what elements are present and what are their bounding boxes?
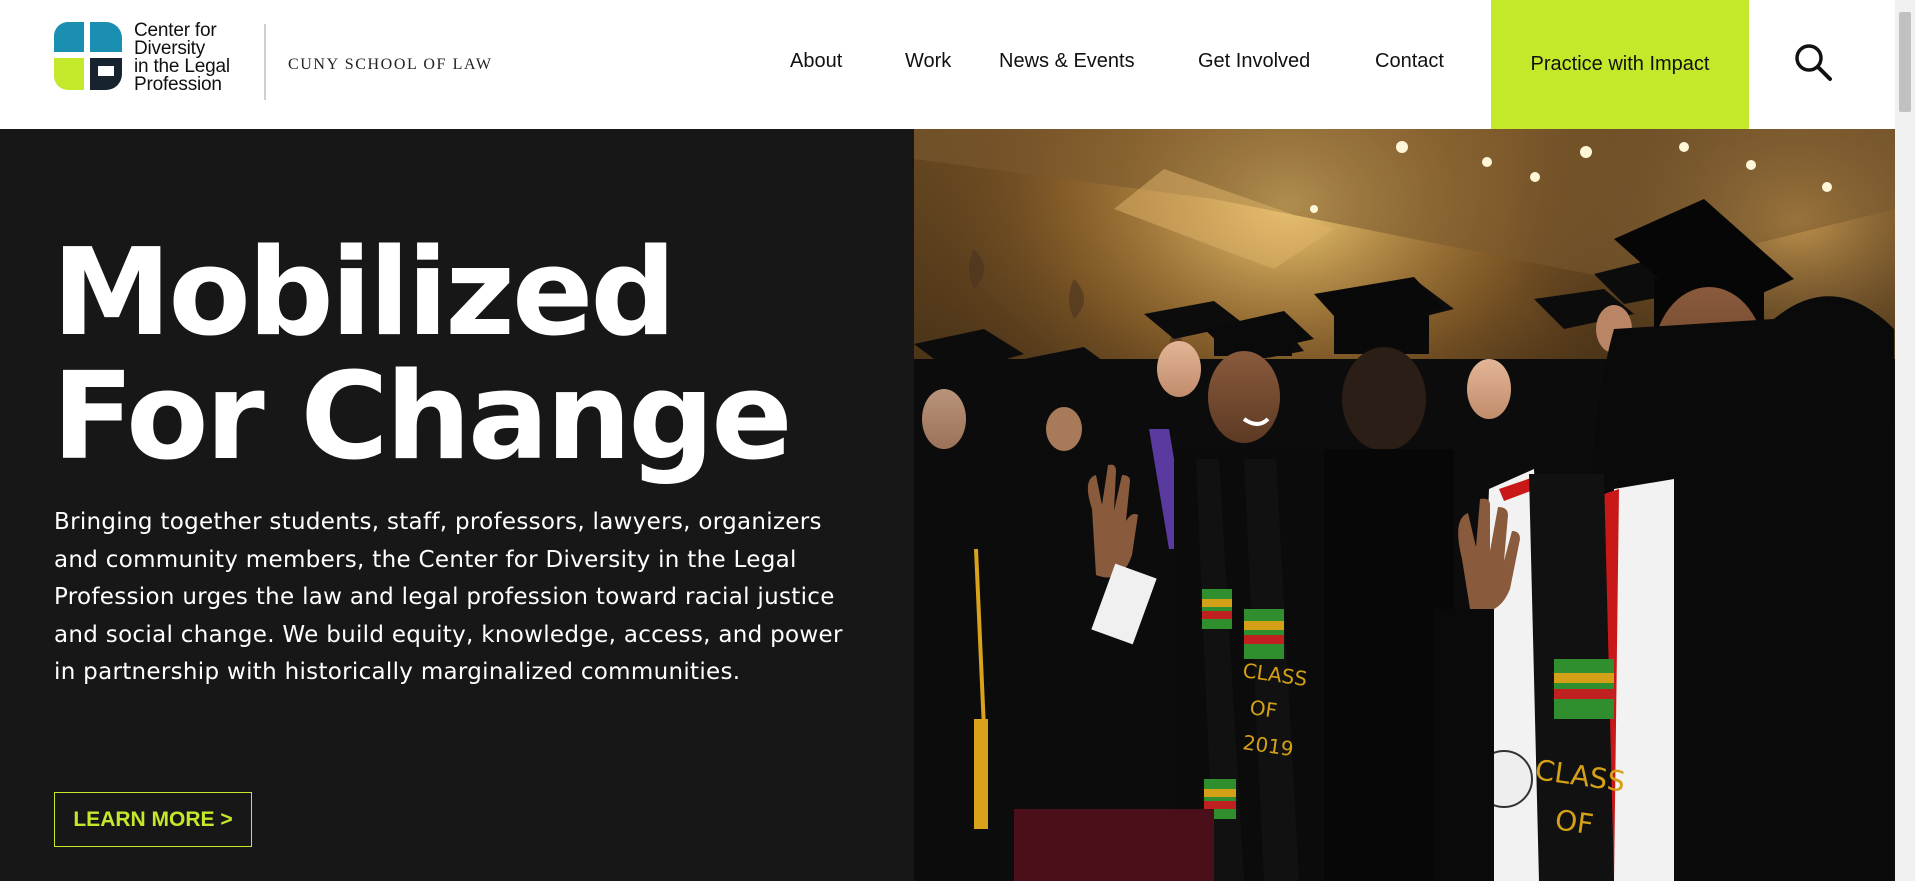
- hero-description: Bringing together students, staff, profe…: [54, 509, 843, 685]
- scrollbar-thumb[interactable]: [1899, 12, 1911, 112]
- practice-with-impact-button[interactable]: Practice with Impact: [1491, 0, 1749, 129]
- nav-item-news-events[interactable]: News & Events: [999, 50, 1135, 73]
- main-nav: About Work News & Events Get Involved Co…: [0, 0, 1895, 129]
- nav-item-work[interactable]: Work: [905, 50, 951, 73]
- learn-more-button[interactable]: LEARN MORE >: [54, 792, 252, 847]
- stole-text: OF: [1248, 695, 1278, 723]
- graduation-photo-illustration: CLASS OF 2019 CLASS OF: [914, 129, 1895, 881]
- hero-graduation-photo: CLASS OF 2019 CLASS OF: [914, 129, 1895, 881]
- search-icon[interactable]: [1793, 42, 1833, 82]
- stole-text: OF: [1553, 803, 1595, 841]
- hero-title-line: Mobilized: [52, 224, 676, 363]
- page-scrollbar[interactable]: [1895, 0, 1915, 881]
- hero-title: Mobilized For Change: [52, 224, 793, 487]
- nav-item-contact[interactable]: Contact: [1375, 50, 1444, 73]
- site-header: Center for Diversity in the Legal Profes…: [0, 0, 1895, 129]
- nav-item-about[interactable]: About: [790, 50, 842, 73]
- hero-title-line: For Change: [52, 348, 793, 487]
- nav-item-get-involved[interactable]: Get Involved: [1198, 50, 1310, 73]
